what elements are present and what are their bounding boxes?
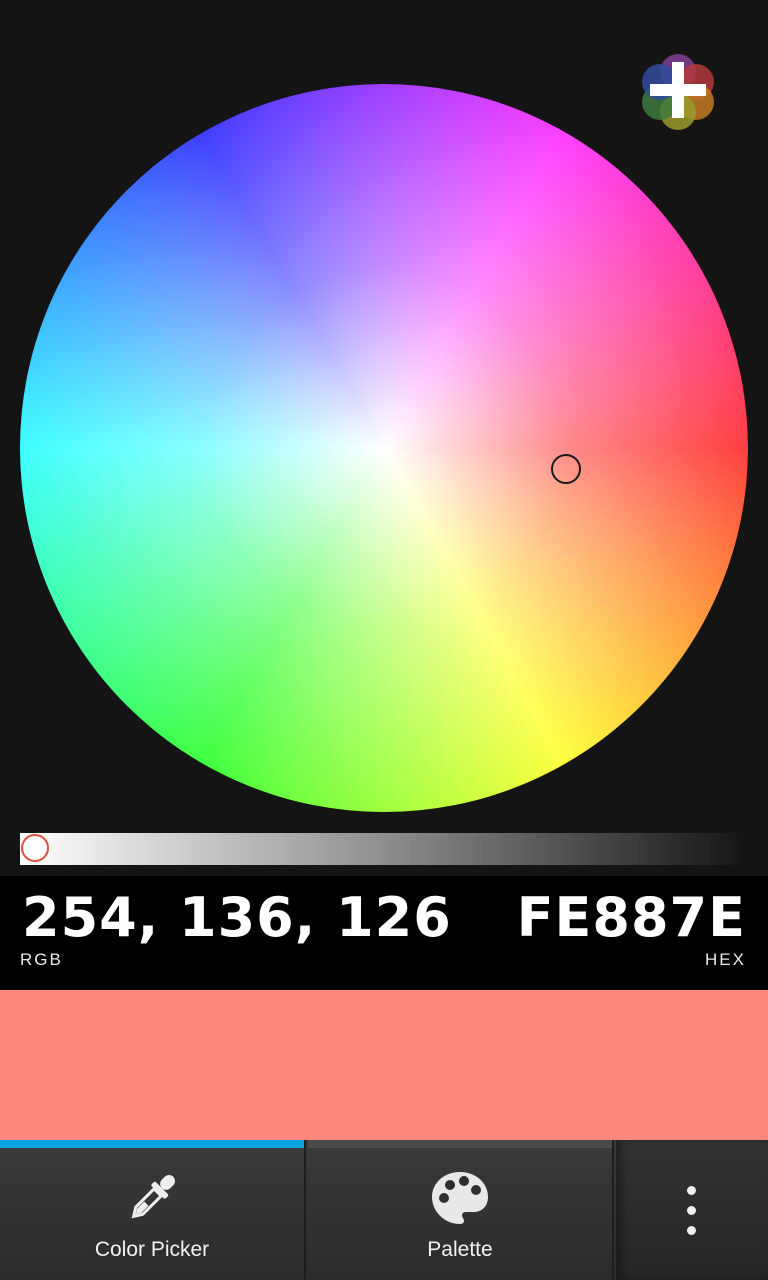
hex-value: FE887E — [516, 886, 746, 949]
dot — [687, 1186, 696, 1195]
tab-color-picker-label: Color Picker — [94, 1238, 210, 1261]
overflow-menu-button[interactable] — [616, 1140, 768, 1280]
brightness-slider[interactable] — [20, 833, 748, 865]
color-wheel[interactable] — [20, 84, 748, 812]
brightness-slider-handle[interactable] — [21, 834, 49, 862]
color-preview-swatch — [0, 990, 768, 1140]
color-values-bar: 254, 136, 126 RGB FE887E HEX — [0, 876, 768, 990]
rgb-value: 254, 136, 126 — [22, 886, 452, 949]
dot — [687, 1206, 696, 1215]
add-color-icon[interactable] — [636, 48, 720, 132]
color-wheel-area — [0, 0, 768, 828]
tab-palette[interactable]: Palette — [308, 1140, 614, 1280]
bottom-tab-bar: Color Picker Palette — [0, 1140, 768, 1280]
tab-indicator — [308, 1140, 612, 1148]
palette-icon — [432, 1172, 488, 1224]
tab-palette-label: Palette — [427, 1238, 493, 1261]
dot — [687, 1226, 696, 1235]
color-picker-app: 254, 136, 126 RGB FE887E HEX Color Picke… — [0, 0, 768, 1280]
color-wheel-selector[interactable] — [551, 454, 581, 484]
tab-active-indicator — [0, 1140, 304, 1148]
rgb-label: RGB — [20, 950, 63, 969]
hex-label: HEX — [705, 950, 746, 969]
eyedropper-icon — [131, 1175, 175, 1219]
tab-color-picker[interactable]: Color Picker — [0, 1140, 306, 1280]
